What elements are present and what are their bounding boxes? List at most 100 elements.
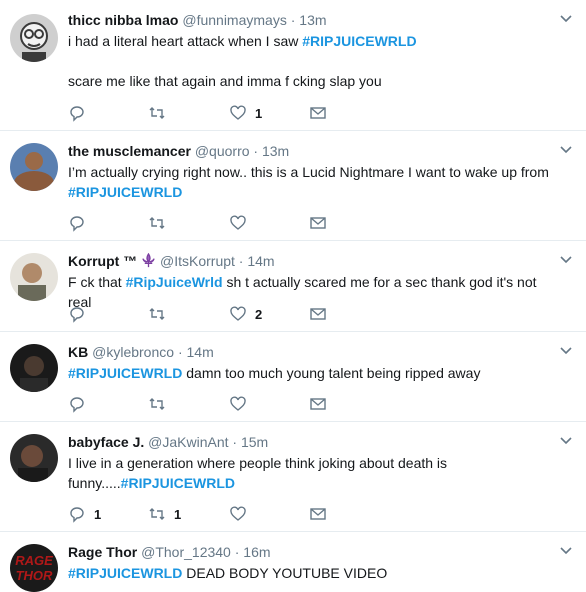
tweet[interactable]: KB @kylebronco · 14m #RIPJUICEWRLD damn … (0, 332, 586, 422)
chevron-down-icon[interactable] (558, 251, 574, 267)
display-name[interactable]: Korrupt ™ (68, 253, 137, 269)
avatar[interactable] (10, 344, 58, 392)
dm-button[interactable] (309, 394, 327, 414)
tweet[interactable]: Korrupt ™ @ItsKorrupt · 14m F ck that #R… (0, 241, 586, 332)
retweet-icon (149, 398, 165, 410)
reply-icon (70, 106, 84, 122)
display-name[interactable]: Rage Thor (68, 544, 137, 560)
text-part: damn too much young talent being ripped … (182, 365, 481, 381)
retweet-button[interactable] (148, 394, 174, 414)
chevron-down-icon[interactable] (558, 432, 574, 448)
like-button[interactable]: 2 (229, 304, 262, 324)
avatar[interactable]: RAGE THOR (10, 544, 58, 592)
chevron-down-icon[interactable] (558, 10, 574, 26)
timestamp[interactable]: 13m (262, 143, 289, 159)
handle[interactable]: @ItsKorrupt (160, 253, 235, 269)
dm-button[interactable] (309, 103, 327, 123)
hashtag-link[interactable]: #RIPJUICEWRLD (302, 33, 416, 49)
heart-icon (230, 396, 246, 411)
retweet-count: 1 (174, 506, 182, 522)
avatar-logo-text: THOR (16, 568, 53, 583)
envelope-icon (310, 398, 326, 410)
tweet-text: #RIPJUICEWRLD DEAD BODY YOUTUBE VIDEO (68, 563, 556, 583)
handle[interactable]: @JaKwinAnt (148, 434, 228, 450)
timestamp[interactable]: 14m (247, 253, 274, 269)
separator: · (232, 434, 238, 450)
text-part: scare me like that again and imma f ckin… (68, 73, 382, 89)
tweet-text: #RIPJUICEWRLD damn too much young talent… (68, 363, 556, 383)
reply-icon (70, 216, 84, 232)
retweet-icon (149, 508, 165, 520)
dm-button[interactable] (309, 504, 327, 524)
envelope-icon (310, 308, 326, 320)
avatar[interactable] (10, 253, 58, 301)
like-count: 1 (255, 105, 263, 121)
tweet[interactable]: the musclemancer @quorro · 13m I’m actua… (0, 131, 586, 241)
timestamp[interactable]: 15m (241, 434, 268, 450)
tweet[interactable]: RAGE THOR Rage Thor @Thor_12340 · 16m #RI… (0, 532, 586, 592)
hashtag-link[interactable]: #RIPJUICEWRLD (121, 475, 235, 491)
avatar[interactable] (10, 434, 58, 482)
tweet-text: I’m actually crying right now.. this is … (68, 162, 556, 202)
dm-button[interactable] (309, 304, 327, 324)
hashtag-link[interactable]: #RIPJUICEWRLD (68, 365, 182, 381)
separator: · (290, 12, 296, 28)
chevron-down-icon[interactable] (558, 141, 574, 157)
chevron-down-icon[interactable] (558, 542, 574, 558)
reply-button[interactable] (68, 213, 94, 233)
like-button[interactable] (229, 394, 255, 414)
heart-icon (230, 215, 246, 230)
text-part: I’m actually crying right now.. this is … (68, 164, 549, 180)
separator: · (234, 544, 240, 560)
dm-button[interactable] (309, 213, 327, 233)
like-button[interactable] (229, 213, 255, 233)
hashtag-link[interactable]: #RIPJUICEWRLD (68, 184, 182, 200)
fleur-de-lis-icon (142, 252, 155, 268)
reply-icon (70, 507, 84, 523)
like-count: 2 (255, 306, 263, 322)
tweet[interactable]: babyface J. @JaKwinAnt · 15m I live in a… (0, 422, 586, 532)
display-name[interactable]: the musclemancer (68, 143, 191, 159)
handle[interactable]: @kylebronco (92, 344, 174, 360)
retweet-button[interactable] (148, 304, 174, 324)
display-name[interactable]: babyface J. (68, 434, 144, 450)
reply-icon (70, 397, 84, 413)
reply-count: 1 (94, 506, 102, 522)
reply-button[interactable] (68, 394, 94, 414)
timestamp[interactable]: 13m (299, 12, 326, 28)
timestamp[interactable]: 14m (187, 344, 214, 360)
retweet-button[interactable] (148, 213, 174, 233)
retweet-icon (149, 308, 165, 320)
tweet[interactable]: thicc nibba lmao @funnimaymays · 13m i h… (0, 0, 586, 131)
handle[interactable]: @funnimaymays (182, 12, 286, 28)
like-button[interactable] (229, 504, 255, 524)
retweet-icon (149, 107, 165, 119)
reply-button[interactable]: 1 (68, 504, 101, 524)
heart-icon (230, 306, 246, 321)
reply-button[interactable] (68, 304, 94, 324)
display-name[interactable]: KB (68, 344, 88, 360)
chevron-down-icon[interactable] (558, 342, 574, 358)
envelope-icon (310, 508, 326, 520)
display-name[interactable]: thicc nibba lmao (68, 12, 178, 28)
envelope-icon (310, 107, 326, 119)
avatar[interactable] (10, 143, 58, 191)
handle[interactable]: @quorro (195, 143, 250, 159)
retweet-button[interactable] (148, 103, 174, 123)
retweet-button[interactable]: 1 (148, 504, 181, 524)
hashtag-link[interactable]: #RIPJUICEWRLD (68, 565, 182, 581)
timestamp[interactable]: 16m (243, 544, 270, 560)
separator: · (238, 253, 244, 269)
handle[interactable]: @Thor_12340 (141, 544, 231, 560)
tweet-feed: thicc nibba lmao @funnimaymays · 13m i h… (0, 0, 586, 592)
avatar-logo-text: RAGE (15, 553, 53, 568)
hashtag-link[interactable]: #RipJuiceWrld (126, 274, 223, 290)
tweet-text: I live in a generation where people thin… (68, 453, 556, 493)
like-button[interactable]: 1 (229, 103, 262, 123)
avatar[interactable] (10, 14, 58, 62)
text-part: DEAD BODY YOUTUBE VIDEO (182, 565, 388, 581)
tweet-text: i had a literal heart attack when I saw … (68, 31, 556, 91)
reply-button[interactable] (68, 103, 94, 123)
heart-icon (230, 105, 246, 120)
reply-icon (70, 307, 84, 323)
